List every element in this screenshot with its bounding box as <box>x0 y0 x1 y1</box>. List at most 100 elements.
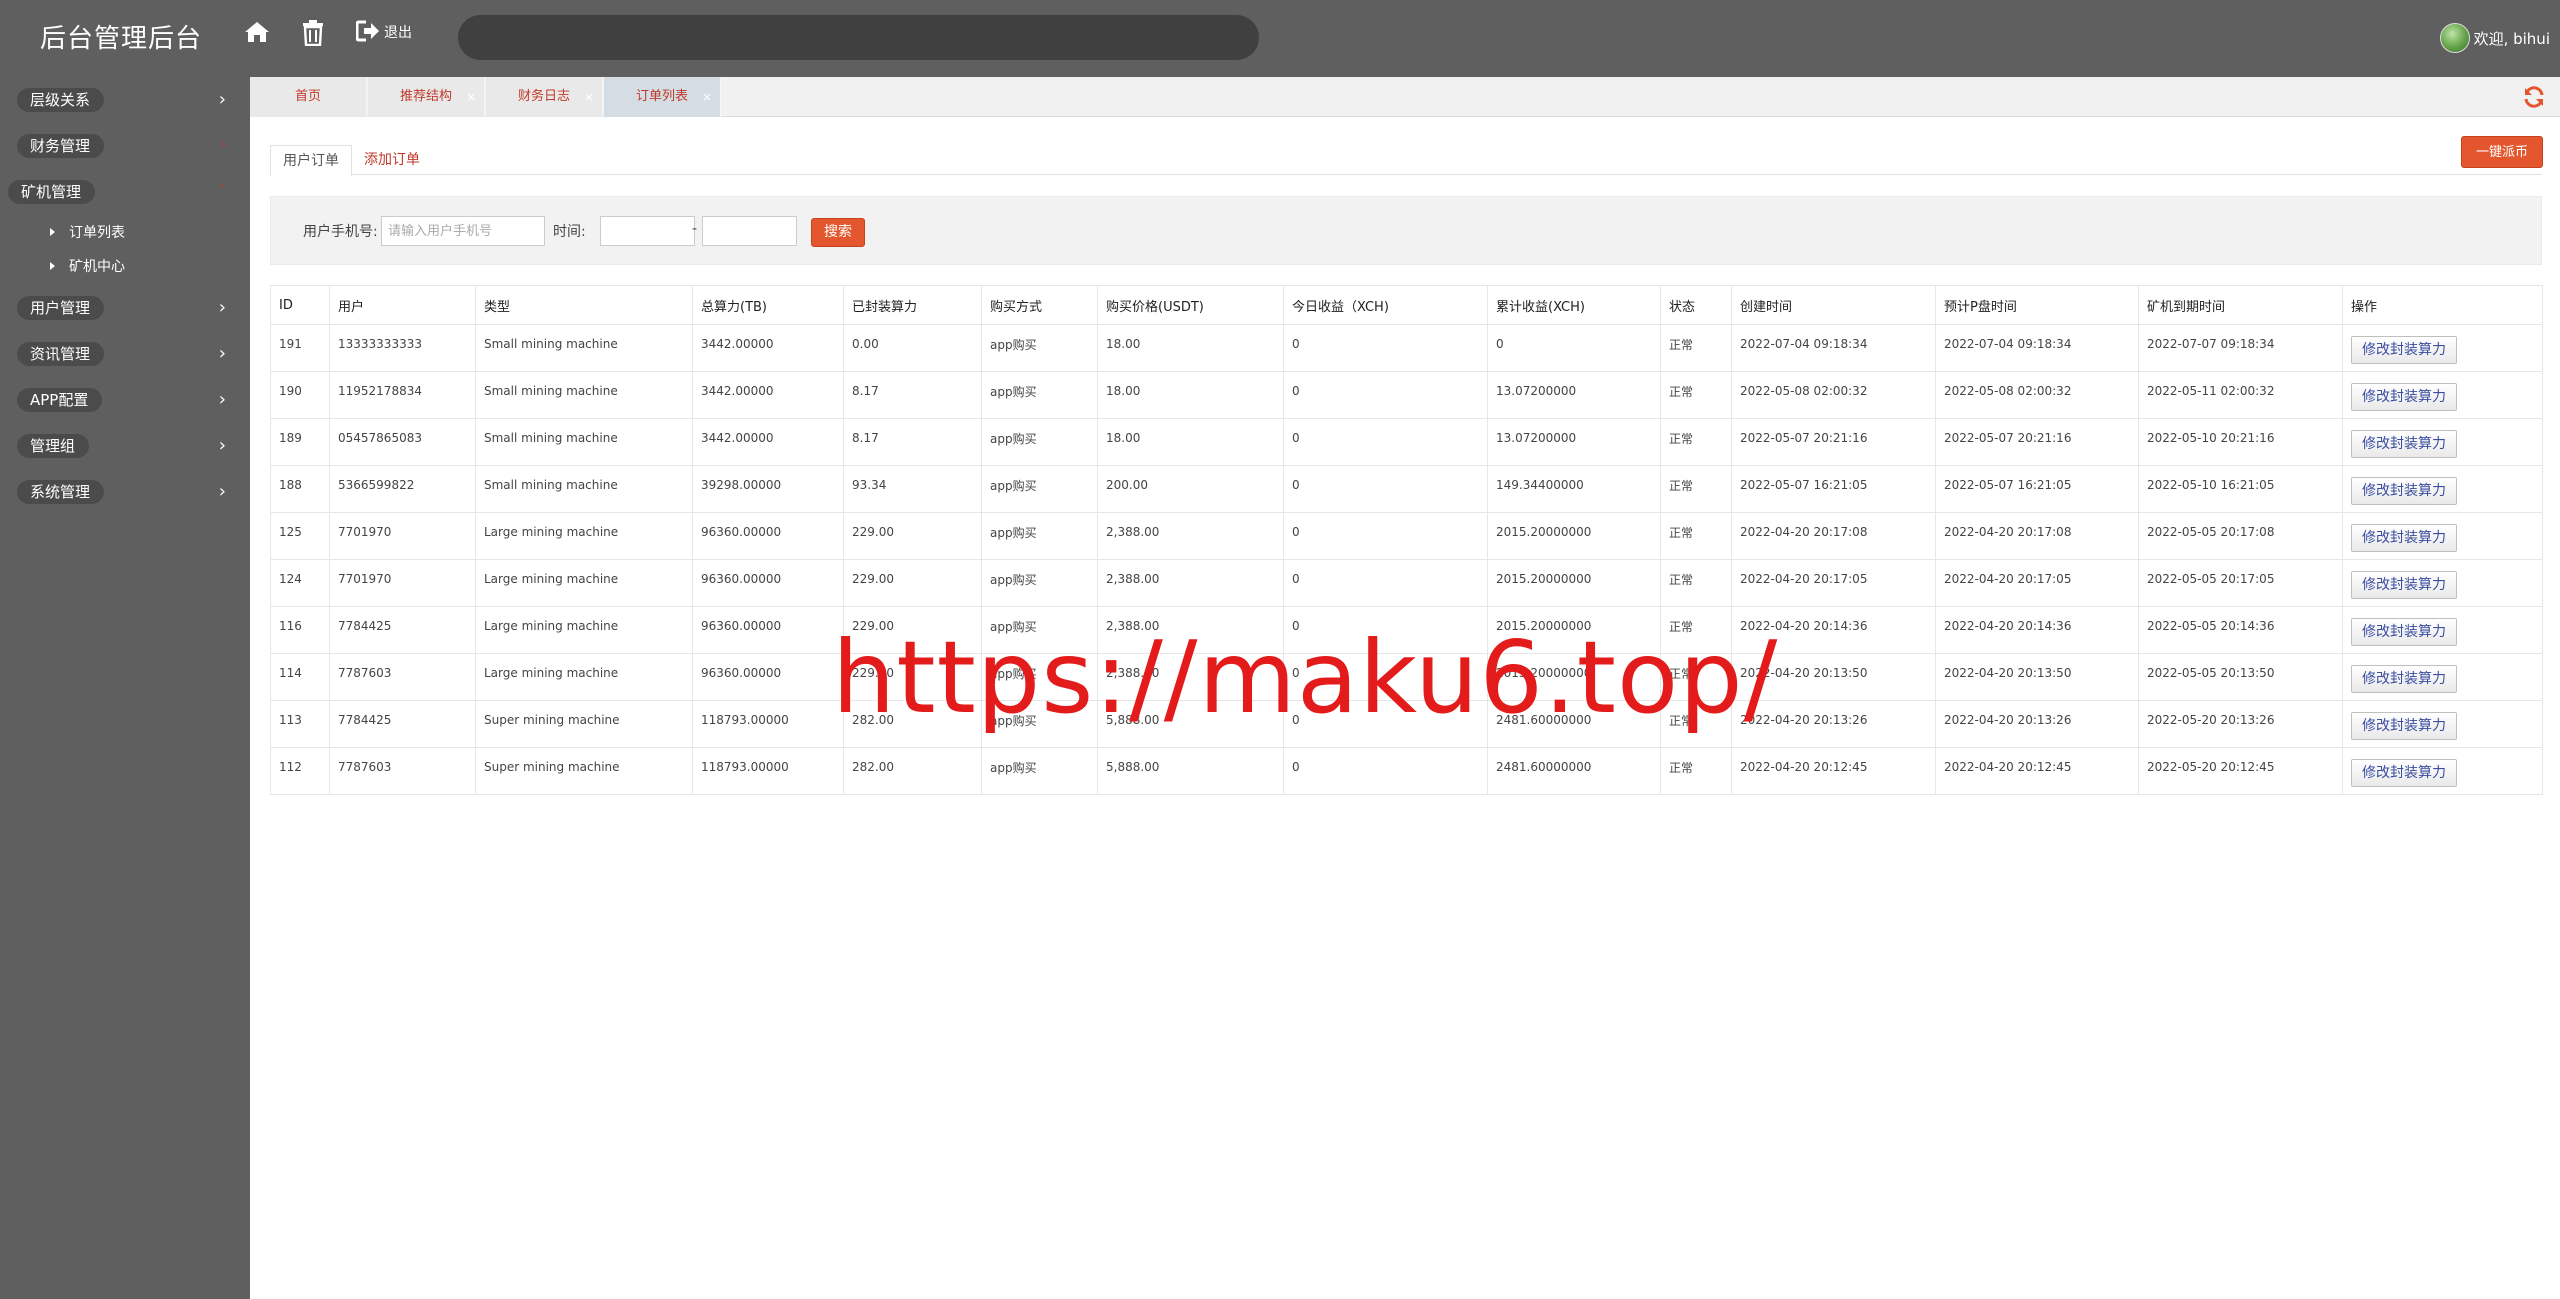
table-cell: 188 <box>270 465 330 513</box>
trash-button[interactable] <box>302 20 324 46</box>
table-cell: 114 <box>270 653 330 701</box>
table-row: 190 11952178834 Small mining machine 3442.0… <box>270 371 2543 419</box>
edit-sealed-power-button[interactable]: 修改封装算力 <box>2351 759 2457 787</box>
close-icon[interactable]: × <box>584 77 594 117</box>
edit-sealed-power-button[interactable]: 修改封装算力 <box>2351 477 2457 505</box>
sidebar-subitem-miner-center[interactable]: 矿机中心 <box>50 256 125 276</box>
edit-sealed-power-button[interactable]: 修改封装算力 <box>2351 430 2457 458</box>
subtab-user-orders[interactable]: 用户订单 <box>270 145 352 176</box>
caret-right-icon <box>50 228 55 236</box>
subtab-add-order[interactable]: 添加订单 <box>352 145 432 176</box>
start-date-input[interactable] <box>600 216 695 246</box>
column-header: 购买方式 <box>981 285 1098 325</box>
tab-label: 首页 <box>294 89 321 104</box>
table-cell: 2022-04-20 20:13:50 <box>1935 653 2139 701</box>
table-cell: 2022-07-04 09:18:34 <box>1731 324 1936 372</box>
close-icon[interactable]: × <box>702 77 712 117</box>
tab-order-list[interactable]: 订单列表 × <box>604 77 721 117</box>
phone-label: 用户手机号: <box>303 224 378 240</box>
search-button[interactable]: 搜索 <box>811 218 865 247</box>
sidebar-item-news[interactable]: 资讯管理 › <box>0 331 250 375</box>
caret-right-icon <box>50 262 55 270</box>
sidebar-item-label: 财务管理 <box>17 134 105 158</box>
table-cell: 2481.60000000 <box>1487 747 1661 795</box>
column-header: 购买价格(USDT) <box>1097 285 1284 325</box>
sidebar-item-hierarchy[interactable]: 层级关系 › <box>0 77 250 121</box>
sidebar-item-app-config[interactable]: APP配置 › <box>0 377 250 421</box>
table-cell: 18.00 <box>1097 371 1284 419</box>
range-separator: - <box>692 221 698 237</box>
table-cell: 2022-05-07 16:21:05 <box>1731 465 1936 513</box>
column-header: 状态 <box>1660 285 1732 325</box>
table-cell: 2,388.00 <box>1097 512 1284 560</box>
table-cell: 2022-07-07 09:18:34 <box>2138 324 2343 372</box>
tab-referral-structure[interactable]: 推荐结构 × <box>368 77 485 117</box>
table-cell: 191 <box>270 324 330 372</box>
chevron-right-icon: › <box>218 481 226 502</box>
table-cell: app购买 <box>981 324 1098 372</box>
column-header: ID <box>270 285 330 325</box>
table-cell: 282.00 <box>843 747 982 795</box>
table-cell: Large mining machine <box>475 512 693 560</box>
table-cell: 189 <box>270 418 330 466</box>
edit-sealed-power-button[interactable]: 修改封装算力 <box>2351 712 2457 740</box>
action-cell: 修改封装算力 <box>2342 465 2543 513</box>
table-cell: 0 <box>1283 371 1488 419</box>
table-cell: app购买 <box>981 512 1098 560</box>
sidebar-item-label: 层级关系 <box>17 88 105 112</box>
sidebar-item-system[interactable]: 系统管理 › <box>0 469 250 513</box>
table-cell: 190 <box>270 371 330 419</box>
column-header: 今日收益（XCH) <box>1283 285 1488 325</box>
table-cell: 8.17 <box>843 371 982 419</box>
edit-sealed-power-button[interactable]: 修改封装算力 <box>2351 571 2457 599</box>
sidebar-item-users[interactable]: 用户管理 › <box>0 285 250 329</box>
table-cell: 116 <box>270 606 330 654</box>
edit-sealed-power-button[interactable]: 修改封装算力 <box>2351 383 2457 411</box>
table-cell: app购买 <box>981 559 1098 607</box>
table-cell: 0 <box>1283 465 1488 513</box>
close-icon[interactable]: × <box>466 77 476 117</box>
tab-home[interactable]: 首页 <box>250 77 367 117</box>
logout-button[interactable]: 退出 <box>356 20 412 42</box>
table-cell: 2022-04-20 20:17:08 <box>1731 512 1936 560</box>
edit-sealed-power-button[interactable]: 修改封装算力 <box>2351 618 2457 646</box>
table-cell: 2022-05-05 20:17:05 <box>2138 559 2343 607</box>
user-menu[interactable]: 欢迎, bihui <box>2439 23 2550 53</box>
home-button[interactable] <box>244 20 270 44</box>
welcome-text: 欢迎, bihui <box>2473 29 2550 48</box>
table-cell: 2022-04-20 20:12:45 <box>1935 747 2139 795</box>
edit-sealed-power-button[interactable]: 修改封装算力 <box>2351 336 2457 364</box>
app-title: 后台管理后台 <box>40 24 203 54</box>
chevron-right-icon: › <box>218 389 226 410</box>
sidebar-item-finance[interactable]: 财务管理 › <box>0 123 250 167</box>
sidebar-item-miners[interactable]: 矿机管理 ˅ <box>0 169 250 213</box>
table-cell: 5,888.00 <box>1097 747 1284 795</box>
phone-input[interactable] <box>381 216 545 246</box>
action-cell: 修改封装算力 <box>2342 324 2543 372</box>
table-cell: 正常 <box>1660 559 1732 607</box>
sidebar-item-admin-group[interactable]: 管理组 › <box>0 423 250 467</box>
refresh-button[interactable] <box>2522 85 2546 113</box>
table-cell: 0 <box>1487 324 1661 372</box>
table-row: 188 5366599822 Small mining machine 39298.0… <box>270 465 2543 513</box>
search-input[interactable] <box>458 15 1259 60</box>
tab-bar: 首页 推荐结构 × 财务日志 × 订单列表 × <box>250 77 2560 117</box>
sidebar-subitem-order-list[interactable]: 订单列表 <box>50 222 125 242</box>
table-cell: 正常 <box>1660 324 1732 372</box>
action-cell: 修改封装算力 <box>2342 559 2543 607</box>
table-cell: 正常 <box>1660 465 1732 513</box>
table-cell: 96360.00000 <box>692 606 844 654</box>
edit-sealed-power-button[interactable]: 修改封装算力 <box>2351 665 2457 693</box>
table-cell: 2022-05-10 20:21:16 <box>2138 418 2343 466</box>
column-header: 类型 <box>475 285 693 325</box>
column-header: 创建时间 <box>1731 285 1936 325</box>
action-cell: 修改封装算力 <box>2342 371 2543 419</box>
table-cell: 7784425 <box>329 700 476 748</box>
edit-sealed-power-button[interactable]: 修改封装算力 <box>2351 524 2457 552</box>
table-cell: app购买 <box>981 371 1098 419</box>
table-row: 124 7701970 Large mining machine 96360.0000… <box>270 559 2543 607</box>
one-key-dispatch-button[interactable]: 一键派币 <box>2461 136 2543 168</box>
tab-finance-log[interactable]: 财务日志 × <box>486 77 603 117</box>
end-date-input[interactable] <box>702 216 797 246</box>
table-cell: 2022-05-20 20:13:26 <box>2138 700 2343 748</box>
